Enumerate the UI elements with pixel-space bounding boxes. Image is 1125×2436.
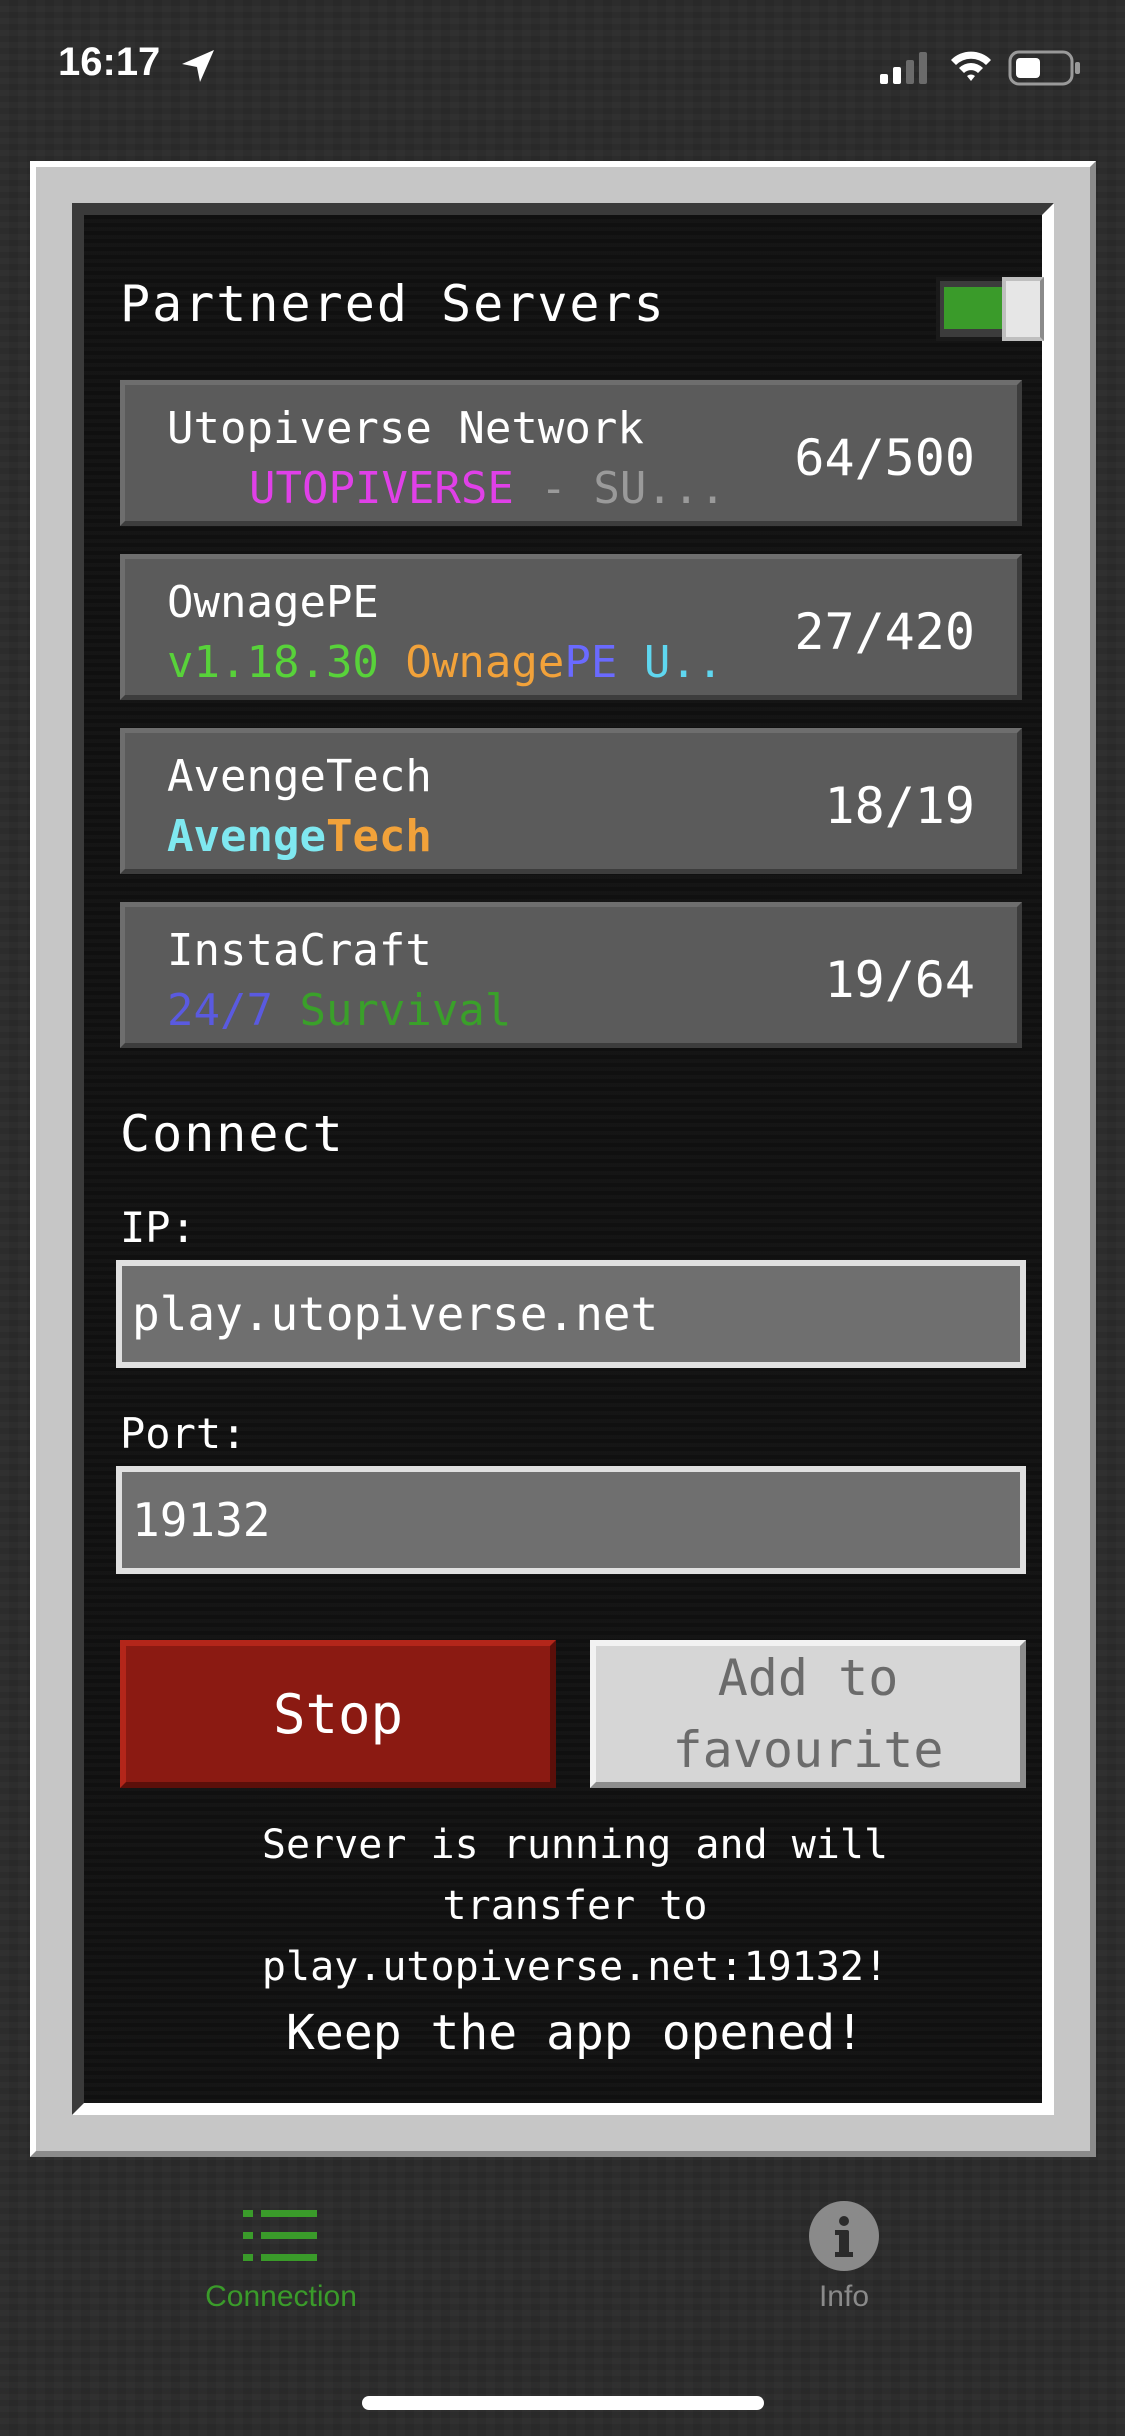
motd-segment: 24/7 — [167, 985, 300, 1036]
status-bar: 16:17 — [0, 0, 1125, 140]
battery-icon — [1008, 50, 1080, 86]
server-player-count: 64/500 — [794, 429, 975, 487]
main-panel: Partnered Servers Utopiverse Network UTO… — [30, 161, 1096, 2157]
add-to-favourite-button[interactable]: Add to favourite — [590, 1640, 1026, 1788]
server-card-avengetech[interactable]: AvengeTech AvengeTech 18/19 — [120, 728, 1022, 874]
server-player-count: 19/64 — [824, 951, 975, 1009]
motd-segment: v1.18.30 — [167, 637, 406, 688]
status-message-line: Server is running and will — [261, 1822, 889, 1868]
info-icon — [809, 2201, 879, 2271]
port-input[interactable] — [116, 1466, 1026, 1574]
home-indicator[interactable] — [362, 2396, 764, 2410]
server-name: OwnagePE — [167, 577, 379, 628]
server-name: InstaCraft — [167, 925, 432, 976]
tab-connection[interactable]: Connection — [131, 2206, 431, 2314]
partnered-servers-title: Partnered Servers — [120, 275, 666, 333]
motd-segment: Ownage — [405, 637, 565, 688]
toggle-knob[interactable] — [1002, 277, 1044, 341]
server-name: AvengeTech — [167, 751, 432, 802]
server-player-count: 18/19 — [824, 777, 975, 835]
motd-segment: PE — [564, 637, 644, 688]
cellular-signal-icon — [880, 52, 927, 84]
server-player-count: 27/420 — [794, 603, 975, 661]
status-message-line: transfer to — [442, 1883, 708, 1929]
server-motd: UTOPIVERSE - SU... — [249, 463, 729, 514]
partnered-toggle[interactable] — [936, 277, 1044, 341]
ip-input[interactable] — [116, 1260, 1026, 1368]
server-card-utopiverse[interactable]: Utopiverse Network UTOPIVERSE - SU... 64… — [120, 380, 1022, 526]
status-message-line: play.utopiverse.net:19132! — [261, 1944, 889, 1990]
server-card-ownagepe[interactable]: OwnagePE v1.18.30 OwnagePE U... 27/420 — [120, 554, 1022, 700]
tab-info[interactable]: Info — [694, 2201, 994, 2314]
connect-title: Connect — [120, 1105, 345, 1163]
wifi-icon — [951, 51, 991, 81]
location-arrow-icon — [182, 50, 214, 82]
server-motd: 24/7 Survival — [167, 985, 727, 1036]
panel-content: Partnered Servers Utopiverse Network UTO… — [72, 203, 1054, 2115]
motd-segment: U... — [643, 637, 727, 688]
tab-connection-label: Connection — [205, 2280, 357, 2313]
ip-label: IP: — [120, 1203, 196, 1252]
status-time: 16:17 — [58, 40, 161, 84]
motd-segment: Survival — [299, 985, 512, 1036]
motd-segment: Avenge — [167, 811, 326, 862]
server-motd: v1.18.30 OwnagePE U... — [167, 637, 727, 688]
motd-segment: Tech — [325, 811, 432, 862]
toggle-on-indicator — [944, 287, 1006, 329]
server-card-instacraft[interactable]: InstaCraft 24/7 Survival 19/64 — [120, 902, 1022, 1048]
motd-segment: UTOPIVERSE — [249, 463, 514, 514]
keep-app-open-message: Keep the app opened! — [286, 2005, 864, 2061]
server-name: Utopiverse Network — [167, 403, 644, 454]
tab-info-label: Info — [818, 2280, 870, 2313]
server-motd: AvengeTech — [167, 811, 727, 862]
port-label: Port: — [120, 1409, 247, 1458]
motd-segment: - SU... — [513, 463, 726, 514]
stop-button[interactable]: Stop — [120, 1640, 556, 1788]
list-icon — [243, 2210, 317, 2261]
